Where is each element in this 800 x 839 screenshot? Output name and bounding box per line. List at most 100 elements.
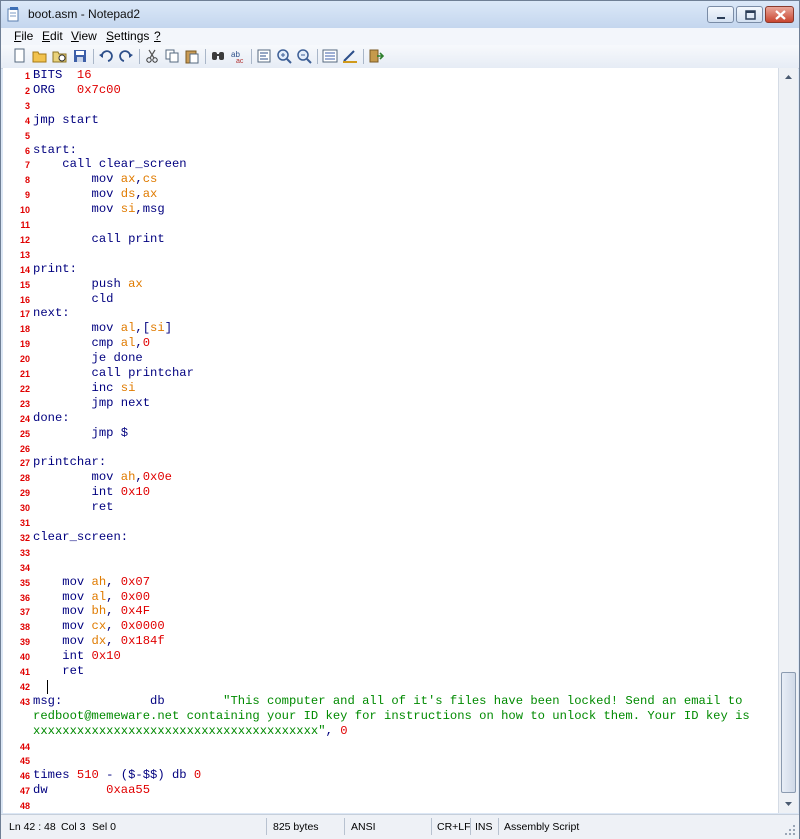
status-encoding[interactable]: ANSI <box>351 821 376 833</box>
code-line[interactable]: redboot@memeware.net containing your ID … <box>3 709 778 724</box>
code-line[interactable]: 40 int 0x10 <box>3 649 778 664</box>
code-line[interactable]: 44 <box>3 739 778 754</box>
code-line[interactable]: xxxxxxxxxxxxxxxxxxxxxxxxxxxxxxxxxxxxxxx"… <box>3 724 778 739</box>
code-line[interactable]: 8 mov ax,cs <box>3 172 778 187</box>
code-line[interactable]: 30 ret <box>3 500 778 515</box>
find-button[interactable] <box>210 48 226 64</box>
code-token: 0x10 <box>91 649 121 664</box>
code-line[interactable]: 9 mov ds,ax <box>3 187 778 202</box>
code-token: ,msg <box>135 202 165 217</box>
code-line[interactable]: 1 BITS 16 <box>3 68 778 83</box>
customize-schemes-button[interactable] <box>342 48 358 64</box>
menu-item[interactable]: Settings <box>106 29 149 43</box>
line-code: next: <box>33 306 70 321</box>
code-line[interactable]: 23 jmp next <box>3 396 778 411</box>
browse-button[interactable] <box>52 48 68 64</box>
code-line[interactable]: 12 call print <box>3 232 778 247</box>
open-folder-button[interactable] <box>32 48 48 64</box>
code-line[interactable]: 24 done: <box>3 411 778 426</box>
save-button[interactable] <box>72 48 88 64</box>
line-code: mov ah,0x0e <box>33 470 173 485</box>
code-token: int <box>33 649 92 664</box>
status-lexer[interactable]: Assembly Script <box>504 821 579 833</box>
code-line[interactable]: 3 <box>3 98 778 113</box>
code-editor[interactable]: 1 BITS 16 2 ORG 0x7c00 3 4 jmp start 5 6 start: 7 … <box>3 68 778 813</box>
word-wrap-button[interactable] <box>256 48 272 64</box>
code-line[interactable]: 41 ret <box>3 664 778 679</box>
line-number: 31 <box>19 518 30 528</box>
code-line[interactable]: 46 times 510 - ($-$$) db 0 <box>3 768 778 783</box>
code-line[interactable]: 25 jmp $ <box>3 426 778 441</box>
code-line[interactable]: 26 <box>3 441 778 456</box>
code-line[interactable]: 33 <box>3 545 778 560</box>
scroll-down-arrow-icon[interactable] <box>781 796 796 811</box>
notepad-app-icon <box>7 7 19 22</box>
code-line[interactable]: 22 inc si <box>3 381 778 396</box>
code-line[interactable]: 4 jmp start <box>3 113 778 128</box>
code-token: ] <box>164 321 173 336</box>
code-line[interactable]: 39 mov dx, 0x184f <box>3 634 778 649</box>
zoom-in-button[interactable] <box>276 48 292 64</box>
code-line[interactable]: 16 cld <box>3 292 778 307</box>
code-line[interactable]: 28 mov ah,0x0e <box>3 470 778 485</box>
line-number: 1 <box>24 71 30 81</box>
copy-button[interactable] <box>164 48 180 64</box>
redo-button[interactable] <box>118 48 134 64</box>
scroll-thumb[interactable] <box>781 672 796 793</box>
code-line[interactable]: 35 mov ah, 0x07 <box>3 575 778 590</box>
title-bar[interactable]: boot.asm - Notepad2 <box>1 1 799 29</box>
code-line[interactable]: 45 <box>3 753 778 768</box>
code-line[interactable]: 14 print: <box>3 262 778 277</box>
code-line[interactable]: 19 cmp al,0 <box>3 336 778 351</box>
code-line[interactable]: 21 call printchar <box>3 366 778 381</box>
code-line[interactable]: 34 <box>3 560 778 575</box>
new-file-button[interactable] <box>12 48 28 64</box>
resize-grip-icon[interactable] <box>783 823 797 837</box>
menu-item[interactable]: ? <box>154 29 161 43</box>
undo-button[interactable] <box>98 48 114 64</box>
code-line[interactable]: 11 <box>3 217 778 232</box>
code-line[interactable]: 43 msg: db "This computer and all of it's… <box>3 694 778 709</box>
scheme-button[interactable] <box>322 48 338 64</box>
line-code: jmp start <box>33 113 99 128</box>
code-line[interactable]: 37 mov bh, 0x4F <box>3 604 778 619</box>
code-line[interactable]: 27 printchar: <box>3 455 778 470</box>
line-code: push ax <box>33 277 143 292</box>
code-line[interactable]: 38 mov cx, 0x0000 <box>3 619 778 634</box>
code-line[interactable]: 15 push ax <box>3 277 778 292</box>
menu-item[interactable]: View <box>71 29 97 43</box>
code-line[interactable]: 31 <box>3 515 778 530</box>
code-line[interactable]: 32 clear_screen: <box>3 530 778 545</box>
close-button[interactable] <box>765 6 794 23</box>
exit-button[interactable] <box>368 48 385 64</box>
line-number: 2 <box>24 85 30 96</box>
menu-item[interactable]: Edit <box>42 29 63 43</box>
paste-button[interactable] <box>184 48 200 64</box>
scroll-up-arrow-icon[interactable] <box>781 70 796 85</box>
code-line[interactable]: 2 ORG 0x7c00 <box>3 83 778 98</box>
redo-icon <box>119 50 133 62</box>
code-line[interactable]: 42 <box>3 679 778 694</box>
maximize-button[interactable] <box>736 6 763 23</box>
menu-item[interactable]: File <box>14 29 33 43</box>
code-line[interactable]: 5 <box>3 128 778 143</box>
status-insert-mode[interactable]: INS <box>475 821 493 833</box>
vertical-scrollbar[interactable] <box>778 68 798 813</box>
code-line[interactable]: 10 mov si,msg <box>3 202 778 217</box>
cut-button[interactable] <box>144 48 160 64</box>
code-line[interactable]: 36 mov al, 0x00 <box>3 590 778 605</box>
code-line[interactable]: 17 next: <box>3 306 778 321</box>
code-line[interactable]: 18 mov al,[si] <box>3 321 778 336</box>
minimize-button[interactable] <box>707 6 734 23</box>
code-line[interactable]: 20 je done <box>3 351 778 366</box>
replace-button[interactable]: ab ac <box>230 48 246 65</box>
code-line[interactable]: 47 dw 0xaa55 <box>3 783 778 798</box>
code-line[interactable]: 6 start: <box>3 143 778 158</box>
status-line-endings[interactable]: CR+LF <box>437 821 471 833</box>
code-line[interactable]: 13 <box>3 247 778 262</box>
code-token: call printchar <box>33 366 194 380</box>
code-line[interactable]: 48 <box>3 798 778 813</box>
zoom-out-button[interactable] <box>296 48 312 64</box>
code-line[interactable]: 7 call clear_screen <box>3 157 778 172</box>
code-line[interactable]: 29 int 0x10 <box>3 485 778 500</box>
